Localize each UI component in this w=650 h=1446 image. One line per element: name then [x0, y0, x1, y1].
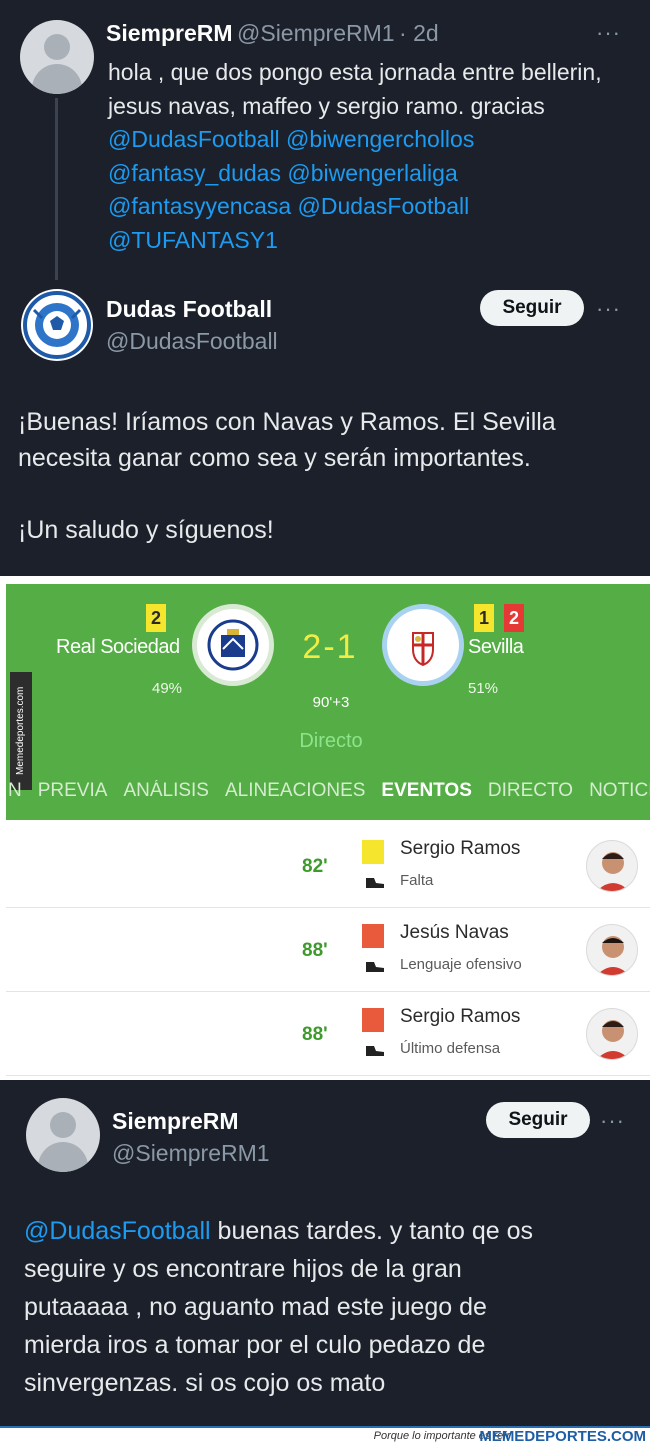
event-reason: Falta	[400, 872, 434, 889]
timestamp[interactable]: · 2d	[399, 20, 439, 46]
author-name[interactable]: SiempreRM	[112, 1108, 239, 1135]
mention-link[interactable]: @DudasFootball	[24, 1217, 211, 1245]
avatar[interactable]	[26, 1098, 100, 1172]
dudas-football-logo-icon[interactable]	[20, 288, 94, 362]
away-possession: 51%	[468, 680, 499, 697]
tweet-text-fragment: buenas tardes. y tanto qe os	[210, 1217, 534, 1245]
red-card-icon	[362, 924, 384, 948]
player-photo-icon[interactable]	[586, 840, 638, 892]
boot-icon	[366, 878, 384, 888]
author-handle[interactable]: @SiempreRM1	[112, 1140, 270, 1167]
footer-brand[interactable]: MEMEDEPORTES.COM	[479, 1428, 646, 1445]
tweet-line: hola , que dos pongo esta jornada entre …	[108, 59, 602, 85]
tweet-line: seguire y os encontrare hijos de la gran	[24, 1255, 462, 1283]
yellow-card-icon	[362, 840, 384, 864]
mention-line[interactable]: @TUFANTASY1	[108, 224, 638, 258]
event-player: Sergio Ramos	[400, 838, 521, 859]
tweet-line: jesus navas, maffeo y sergio ramo. graci…	[108, 92, 545, 119]
author-handle[interactable]: @SiempreRM1	[237, 20, 395, 46]
tab-analisis[interactable]: ANÁLISIS	[123, 780, 209, 814]
event-minute: 82'	[302, 856, 328, 877]
event-reason: Último defensa	[400, 1040, 501, 1057]
away-team-name[interactable]: Sevilla	[468, 636, 524, 659]
event-player: Sergio Ramos	[400, 1006, 521, 1027]
home-team-name[interactable]: Real Sociedad	[56, 636, 180, 659]
tweet-reply-dudas: Dudas Football @DudasFootball Seguir ···…	[0, 280, 650, 576]
tweet-line: @DudasFootball buenas tardes. y tanto qe…	[24, 1212, 640, 1250]
tweet-line: mierda iros a tomar por el culo pedazo d…	[24, 1331, 486, 1359]
score: 2-1	[302, 628, 358, 666]
more-options-icon[interactable]: ···	[596, 296, 621, 322]
match-header: 2 Real Sociedad 49% 2-1 90'+3 Directo 1 …	[6, 584, 650, 820]
player-photo-icon[interactable]	[586, 924, 638, 976]
author-name[interactable]: Dudas Football	[106, 296, 272, 323]
tweet-line: sinvergenzas. si os cojo os mato	[24, 1369, 386, 1397]
author-handle[interactable]: @DudasFootball	[106, 328, 278, 355]
tweet-original: SiempreRM @SiempreRM1 · 2d ··· hola , qu…	[0, 0, 650, 280]
away-yellow-cards: 1	[474, 604, 494, 632]
event-minute: 88'	[302, 1024, 328, 1045]
mention-line[interactable]: @fantasy_dudas @biwengerlaliga	[108, 157, 638, 191]
event-minute: 88'	[302, 940, 328, 961]
tweet-header: SiempreRM @SiempreRM1 · 2d	[106, 20, 439, 47]
footer-watermark-bar: Porque lo importante es reír MEMEDEPORTE…	[0, 1426, 650, 1446]
mention-line[interactable]: @DudasFootball @biwengerchollos	[108, 123, 638, 157]
boot-icon	[366, 1046, 384, 1056]
event-row[interactable]: 88' Sergio Ramos Último defensa	[6, 992, 650, 1076]
mention-line[interactable]: @fantasyyencasa @DudasFootball	[108, 190, 638, 224]
thread-line	[55, 98, 58, 280]
follow-button[interactable]: Seguir	[480, 290, 584, 326]
sevilla-crest-icon[interactable]	[382, 604, 464, 686]
boot-icon	[366, 962, 384, 972]
more-options-icon[interactable]: ···	[596, 20, 621, 46]
tab-partial[interactable]: N	[8, 780, 22, 814]
author-name[interactable]: SiempreRM	[106, 20, 233, 46]
side-watermark: Memedeportes.com	[10, 672, 32, 790]
avatar[interactable]	[20, 20, 94, 94]
event-row[interactable]: 82' Sergio Ramos Falta	[6, 824, 650, 908]
tweet-angry-reply: SiempreRM @SiempreRM1 Seguir ··· @DudasF…	[0, 1080, 650, 1426]
event-reason: Lenguaje ofensivo	[400, 956, 522, 973]
more-options-icon[interactable]: ···	[600, 1108, 625, 1134]
event-player: Jesús Navas	[400, 922, 509, 943]
tab-alineaciones[interactable]: ALINEACIONES	[225, 780, 365, 814]
away-red-cards: 2	[504, 604, 524, 632]
match-minute: 90'+3	[312, 694, 350, 711]
tweet-line: ¡Un saludo y síguenos!	[18, 516, 274, 544]
home-possession: 49%	[152, 680, 183, 697]
red-card-icon	[362, 1008, 384, 1032]
tab-previa[interactable]: PREVIA	[38, 780, 108, 814]
tab-directo[interactable]: DIRECTO	[488, 780, 573, 814]
tweet-body: @DudasFootball buenas tardes. y tanto qe…	[24, 1212, 640, 1402]
tab-eventos[interactable]: EVENTOS	[381, 780, 471, 814]
match-tabs: N PREVIA ANÁLISIS ALINEACIONES EVENTOS D…	[6, 780, 650, 814]
tweet-body: hola , que dos pongo esta jornada entre …	[108, 56, 638, 257]
tweet-line: putaaaaa , no aguanto mad este juego de	[24, 1293, 487, 1321]
live-status[interactable]: Directo	[276, 730, 386, 753]
follow-button[interactable]: Seguir	[486, 1102, 590, 1138]
tweet-line: necesita ganar como sea y serán importan…	[18, 444, 531, 472]
tweet-line: ¡Buenas! Iríamos con Navas y Ramos. El S…	[18, 408, 556, 436]
match-screenshot: 2 Real Sociedad 49% 2-1 90'+3 Directo 1 …	[0, 576, 650, 1080]
tab-noticias[interactable]: NOTICIAS	[589, 780, 650, 814]
home-yellow-cards: 2	[146, 604, 166, 632]
event-row[interactable]: 88' Jesús Navas Lenguaje ofensivo	[6, 908, 650, 992]
player-photo-icon[interactable]	[586, 1008, 638, 1060]
tweet-body: ¡Buenas! Iríamos con Navas y Ramos. El S…	[18, 404, 638, 548]
real-sociedad-crest-icon[interactable]	[192, 604, 274, 686]
